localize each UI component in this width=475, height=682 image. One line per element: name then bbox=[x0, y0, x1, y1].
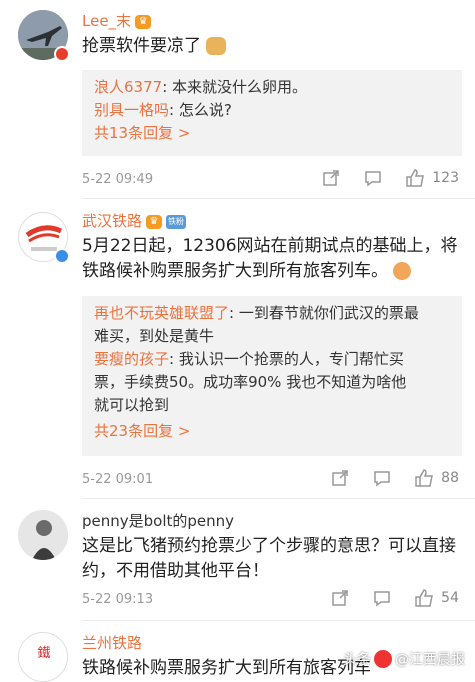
action-bar: 88 bbox=[308, 468, 459, 488]
more-replies-link[interactable]: 共23条回复 > bbox=[94, 420, 450, 443]
thumbs-up-icon bbox=[406, 169, 425, 187]
comment-icon bbox=[365, 171, 382, 187]
doge-emoji-icon bbox=[206, 37, 227, 55]
username[interactable]: 兰州铁路 bbox=[82, 632, 142, 653]
comment-line-text: 铁路候补购票服务扩大到所有旅客列车。 bbox=[82, 261, 388, 281]
more-replies-link[interactable]: 共13条回复 > bbox=[94, 122, 450, 145]
watermark-name: @江西晨报 bbox=[395, 652, 465, 668]
reply-item[interactable]: 浪人6377: 本来就没什么卵用。 bbox=[94, 76, 450, 99]
share-icon bbox=[323, 170, 340, 186]
comment-text: 抢票软件要凉了 bbox=[82, 34, 462, 59]
comment-text: 这是比飞猪预约抢票少了个步骤的意思？可以直接 约，不用借助其他平台！ bbox=[82, 534, 462, 584]
like-button[interactable]: 54 bbox=[414, 588, 459, 608]
comment-line: 这是比飞猪预约抢票少了个步骤的意思？可以直接 bbox=[82, 536, 456, 556]
comment-line: 5月22日起，12306网站在前期试点的基础上，将 bbox=[82, 236, 458, 256]
share-button[interactable] bbox=[321, 168, 341, 188]
comment-button[interactable] bbox=[363, 168, 383, 188]
reply-item[interactable]: 要瘦的孩子: 我认识一个抢票的人，专门帮忙买 票，手续费50。成功率90% 我也… bbox=[94, 348, 450, 417]
like-count: 88 bbox=[441, 470, 459, 486]
reply-box: 浪人6377: 本来就没什么卵用。 别具一格吗: 怎么说? 共13条回复 > bbox=[82, 70, 462, 156]
reply-text: : 我认识一个抢票的人，专门帮忙买 bbox=[169, 350, 404, 368]
reply-text: : 本来就没什么卵用。 bbox=[162, 78, 308, 96]
timestamp: 5-22 09:13 bbox=[82, 592, 154, 607]
reply-author[interactable]: 要瘦的孩子 bbox=[94, 350, 169, 368]
comment-line: 铁路候补购票服务扩大到所有旅客列车。 bbox=[82, 259, 462, 284]
comment-line: 约，不用借助其他平台！ bbox=[82, 561, 269, 581]
watermark: 头条 @江西晨报 bbox=[343, 649, 465, 669]
share-button[interactable] bbox=[330, 468, 350, 488]
reply-author[interactable]: 再也不玩英雄联盟了 bbox=[94, 304, 229, 322]
timestamp: 5-22 09:01 bbox=[82, 472, 154, 487]
comment-icon bbox=[374, 471, 390, 487]
avatar[interactable] bbox=[18, 510, 68, 560]
comment-text: 5月22日起，12306网站在前期试点的基础上，将 铁路候补购票服务扩大到所有旅… bbox=[82, 234, 462, 284]
reply-text: : 怎么说? bbox=[169, 101, 232, 119]
reply-item[interactable]: 别具一格吗: 怎么说? bbox=[94, 99, 450, 122]
share-icon bbox=[332, 590, 348, 606]
share-button[interactable] bbox=[330, 588, 350, 608]
username-text[interactable]: Lee_末 bbox=[82, 12, 131, 30]
share-icon bbox=[332, 470, 348, 486]
fan-tag-icon: 铁粉 bbox=[166, 214, 187, 229]
comment-icon bbox=[374, 591, 390, 607]
like-button[interactable]: 123 bbox=[405, 168, 459, 188]
region-badge bbox=[54, 46, 70, 62]
like-button[interactable]: 88 bbox=[414, 468, 459, 488]
username[interactable]: Lee_末 ♛ bbox=[82, 10, 152, 31]
divider bbox=[82, 198, 475, 199]
username[interactable]: 武汉铁路 ♛ 铁粉 bbox=[82, 210, 187, 231]
timestamp: 5-22 09:49 bbox=[82, 172, 154, 187]
divider bbox=[82, 620, 475, 621]
avatar[interactable]: 鐵 bbox=[18, 632, 68, 682]
comment-text-content: 抢票软件要凉了 bbox=[82, 36, 201, 56]
reply-text-cont: 票，手续费50。成功率90% 我也不知道为啥他 bbox=[94, 373, 407, 391]
railway-logo-icon: 鐵 bbox=[19, 633, 67, 681]
reply-box: 再也不玩英雄联盟了: 一到春节就你们武汉的票最 难买，到处是黄牛 要瘦的孩子: … bbox=[82, 296, 462, 456]
comment-button[interactable] bbox=[372, 468, 392, 488]
divider bbox=[82, 498, 475, 499]
reply-text: : 一到春节就你们武汉的票最 bbox=[229, 304, 419, 322]
action-bar: 123 bbox=[299, 168, 459, 188]
comment-button[interactable] bbox=[372, 588, 392, 608]
emoji-icon bbox=[393, 262, 412, 280]
username[interactable]: penny是bolt的penny bbox=[82, 510, 234, 531]
like-count: 123 bbox=[432, 170, 459, 186]
reply-text-cont: 难买，到处是黄牛 bbox=[94, 327, 215, 345]
verified-badge bbox=[54, 248, 70, 264]
portrait-photo-icon bbox=[18, 510, 68, 560]
news-logo-icon bbox=[374, 650, 392, 668]
reply-item[interactable]: 再也不玩英雄联盟了: 一到春节就你们武汉的票最 难买，到处是黄牛 bbox=[94, 302, 450, 348]
member-icon: ♛ bbox=[135, 14, 152, 29]
reply-text-cont: 就可以抢到 bbox=[94, 396, 170, 414]
thumbs-up-icon bbox=[415, 589, 434, 607]
thumbs-up-icon bbox=[415, 469, 434, 487]
watermark-prefix: 头条 bbox=[343, 652, 371, 668]
reply-author[interactable]: 浪人6377 bbox=[94, 78, 162, 96]
reply-author[interactable]: 别具一格吗 bbox=[94, 101, 169, 119]
action-bar: 54 bbox=[308, 588, 459, 608]
username-text[interactable]: 武汉铁路 bbox=[82, 212, 142, 230]
member-icon: ♛ bbox=[146, 214, 163, 229]
svg-text:鐵: 鐵 bbox=[37, 645, 50, 661]
like-count: 54 bbox=[441, 590, 459, 606]
